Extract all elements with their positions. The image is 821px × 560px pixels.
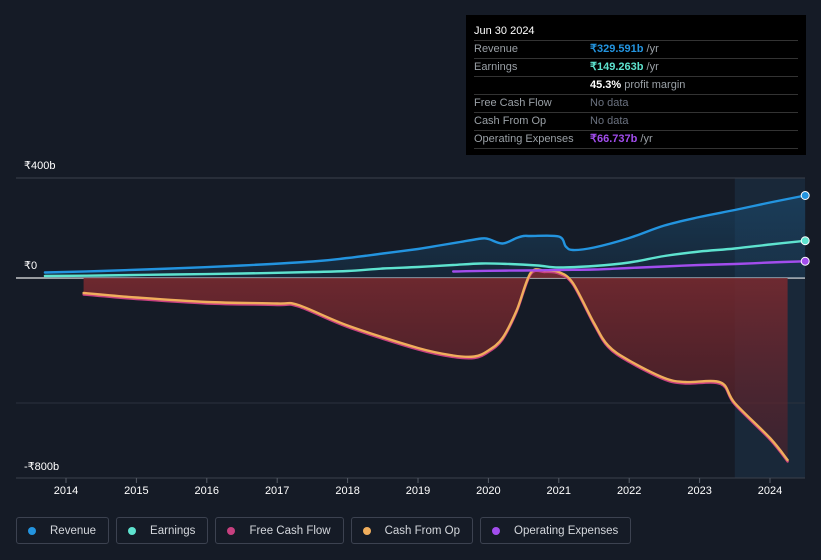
tooltip-row-label: Cash From Op <box>474 115 547 127</box>
x-tick-label: 2018 <box>335 485 360 497</box>
legend-item-earnings[interactable]: Earnings <box>116 517 209 544</box>
legend-label: Revenue <box>50 524 97 537</box>
tooltip-value-suffix: No data <box>590 97 629 109</box>
revenue-end-dot <box>800 191 810 200</box>
tooltip-panel: Jun 30 2024 Revenue ₹329.591b /yr Earnings… <box>466 15 806 155</box>
earnings-end-dot <box>800 236 810 246</box>
tooltip-row: Revenue ₹329.591b /yr <box>474 41 798 59</box>
tooltip-row: Earnings ₹149.263b /yr <box>474 59 798 77</box>
legend-item-revenue[interactable]: Revenue <box>16 517 110 544</box>
revenue-dot-icon <box>28 526 36 535</box>
legend: Revenue Earnings Free Cash Flow Cash Fro… <box>16 517 632 545</box>
x-tick-label: 2017 <box>264 485 290 497</box>
x-tick-label: 2016 <box>194 485 220 497</box>
operating-expenses-end-dot <box>800 256 810 266</box>
tooltip-value-number: ₹329.591b <box>590 43 644 55</box>
tooltip-row-label: Operating Expenses <box>474 133 574 145</box>
tooltip-row-label: Earnings <box>474 61 518 73</box>
tooltip-row-value: ₹329.591b /yr <box>590 41 659 58</box>
tooltip-row-value: ₹66.737b /yr <box>590 131 653 148</box>
legend-label: Free Cash Flow <box>249 524 331 537</box>
tooltip-row-label: Revenue <box>474 43 519 55</box>
cash-from-op-dot-icon <box>362 526 371 535</box>
tooltip-row-value: No data <box>590 95 629 112</box>
tooltip-row: Free Cash Flow No data <box>474 95 798 113</box>
tooltip-value-suffix: /yr <box>643 61 659 73</box>
tooltip-row-value: ₹149.263b /yr <box>590 59 659 76</box>
tooltip-row-value: 45.3% profit margin <box>590 77 685 94</box>
y-tick-label-0: ₹0 <box>24 260 38 272</box>
legend-item-cash-from-op[interactable]: Cash From Op <box>350 517 474 544</box>
x-tick-label: 2019 <box>405 485 431 497</box>
tooltip-date: Jun 30 2024 <box>474 23 798 41</box>
tooltip-value-suffix: No data <box>590 115 629 127</box>
x-tick-label: 2021 <box>546 485 572 497</box>
x-tick-label: 2022 <box>616 485 642 497</box>
tooltip-row: Operating Expenses ₹66.737b /yr <box>474 131 798 149</box>
tooltip-row: 45.3% profit margin <box>474 77 798 95</box>
legend-label: Operating Expenses <box>514 524 619 537</box>
x-tick-label: 2023 <box>687 485 712 497</box>
free-cash-flow-dot-icon <box>227 526 236 535</box>
x-tick-label: 2015 <box>124 485 149 497</box>
tooltip-value-suffix: /yr <box>643 43 659 55</box>
x-tick-label: 2014 <box>53 485 79 497</box>
operating-expenses-dot-icon <box>492 526 501 535</box>
y-tick-label-neg800: -₹800b <box>24 461 60 473</box>
legend-label: Earnings <box>150 524 196 537</box>
x-tick-label: 2024 <box>757 485 783 497</box>
tooltip-row: Cash From Op No data <box>474 113 798 131</box>
earnings-dot-icon <box>128 526 137 535</box>
legend-item-operating-expenses[interactable]: Operating Expenses <box>480 517 632 544</box>
tooltip-row-value: No data <box>590 113 629 130</box>
tooltip-value-number: ₹66.737b <box>590 133 638 145</box>
tooltip-row-label <box>474 77 590 94</box>
y-tick-label-400: ₹400b <box>24 160 56 172</box>
tooltip-value-number: ₹149.263b <box>590 61 644 73</box>
x-tick-label: 2020 <box>476 485 501 497</box>
tooltip-row-label: Free Cash Flow <box>474 97 552 109</box>
legend-label: Cash From Op <box>384 524 461 537</box>
tooltip-value-number: 45.3% <box>590 79 622 91</box>
legend-item-free-cash-flow[interactable]: Free Cash Flow <box>215 517 344 544</box>
tooltip-value-suffix: profit margin <box>621 79 686 91</box>
tooltip-value-suffix: /yr <box>637 133 653 145</box>
